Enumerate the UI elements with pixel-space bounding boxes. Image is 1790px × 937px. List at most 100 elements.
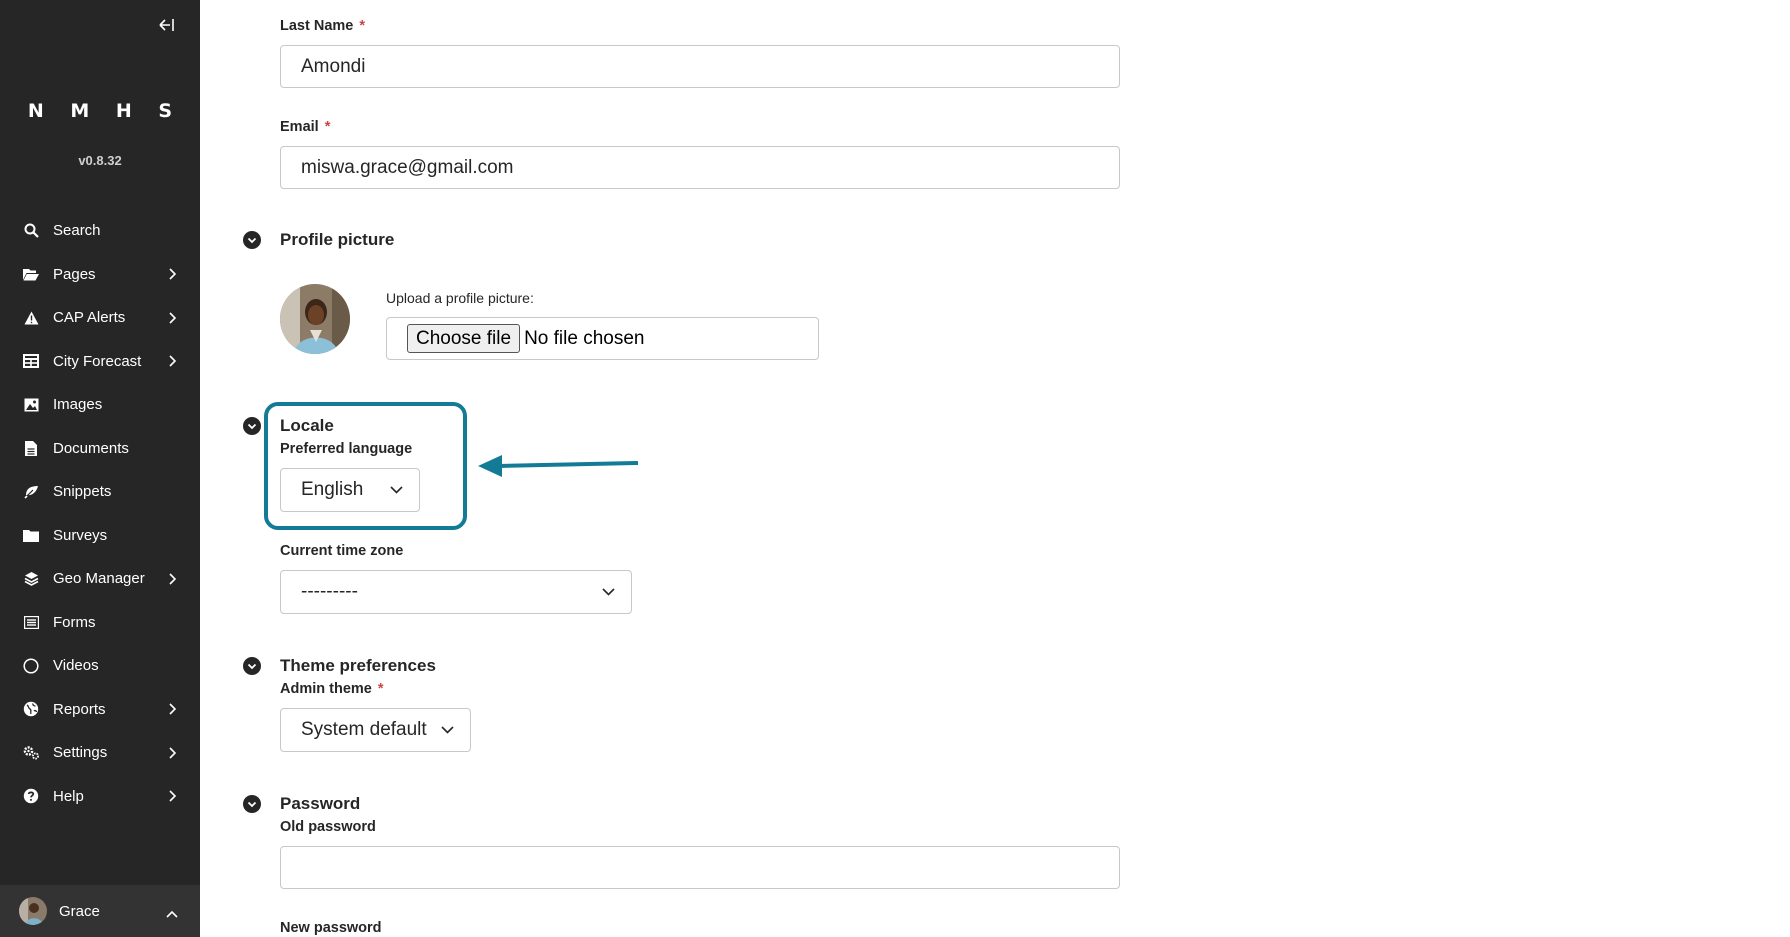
sidebar-item-label: City Forecast — [53, 352, 142, 370]
chevron-right-icon — [166, 703, 178, 715]
folder-icon — [22, 526, 40, 544]
sidebar: N M H S v0.8.32 Search Pages CAP Alerts … — [0, 0, 200, 937]
sidebar-item-help[interactable]: Help — [0, 775, 200, 819]
version-label: v0.8.32 — [78, 153, 122, 168]
new-password-label: New password — [280, 920, 382, 936]
preferred-language-value: English — [301, 479, 364, 500]
chevron-right-icon — [166, 355, 178, 367]
profile-picture-file-input[interactable]: Choose file No file chosen — [386, 317, 819, 360]
collapse-sidebar-button[interactable] — [156, 14, 178, 36]
file-status: No file chosen — [524, 327, 645, 349]
sidebar-item-label: Geo Manager — [53, 570, 145, 588]
sidebar-item-label: Pages — [53, 265, 96, 283]
cogs-icon — [22, 744, 40, 762]
theme-preferences-title: Theme preferences — [280, 656, 436, 675]
chevron-right-icon — [166, 268, 178, 280]
password-title: Password — [280, 794, 361, 813]
image-icon — [22, 396, 40, 414]
sidebar-item-label: Documents — [53, 439, 129, 457]
profile-picture-toggle[interactable] — [243, 231, 261, 249]
app: N M H S v0.8.32 Search Pages CAP Alerts … — [0, 0, 1790, 937]
sidebar-item-city-forecast[interactable]: City Forecast — [0, 340, 200, 384]
sidebar-item-videos[interactable]: Videos — [0, 644, 200, 688]
globe-icon — [22, 700, 40, 718]
chevron-down-icon — [247, 801, 257, 807]
sidebar-item-images[interactable]: Images — [0, 383, 200, 427]
chevron-right-icon — [166, 312, 178, 324]
password-toggle[interactable] — [243, 795, 261, 813]
avatar — [19, 897, 47, 925]
circle-icon — [22, 657, 40, 675]
preferred-language-label: Preferred language — [280, 441, 413, 457]
chevron-down-icon — [247, 237, 257, 243]
logo[interactable]: N M H S — [0, 100, 200, 122]
sidebar-item-snippets[interactable]: Snippets — [0, 470, 200, 514]
preferred-language-select[interactable]: English — [280, 468, 420, 512]
chevron-down-icon — [601, 585, 615, 599]
chevron-down-icon — [247, 423, 257, 429]
warning-icon — [22, 309, 40, 327]
upload-profile-picture-label: Upload a profile picture: — [386, 290, 534, 306]
current-time-zone-value: --------- — [301, 581, 358, 602]
arrow-annotation — [478, 455, 639, 477]
current-time-zone-label: Current time zone — [280, 543, 404, 559]
sidebar-item-search[interactable]: Search — [0, 209, 200, 253]
admin-theme-select[interactable]: System default — [280, 708, 471, 752]
admin-theme-label-text: Admin theme — [280, 681, 372, 697]
admin-theme-label: Admin theme * — [280, 681, 384, 697]
sidebar-item-label: Snippets — [53, 483, 112, 501]
current-time-zone-select[interactable]: --------- — [280, 570, 632, 614]
sidebar-item-documents[interactable]: Documents — [0, 427, 200, 471]
sidebar-item-forms[interactable]: Forms — [0, 601, 200, 645]
chevron-up-icon — [166, 905, 178, 918]
last-name-label-text: Last Name — [280, 18, 354, 34]
profile-picture-title: Profile picture — [280, 230, 395, 249]
sidebar-item-label: CAP Alerts — [53, 309, 126, 327]
sidebar-item-label: Videos — [53, 657, 99, 675]
list-icon — [22, 613, 40, 631]
last-name-input[interactable] — [280, 45, 1120, 88]
table-icon — [22, 352, 40, 370]
old-password-label: Old password — [280, 819, 376, 835]
email-input[interactable] — [280, 146, 1120, 189]
choose-file-button[interactable]: Choose file — [407, 324, 521, 353]
sidebar-item-reports[interactable]: Reports — [0, 688, 200, 732]
old-password-input[interactable] — [280, 846, 1120, 889]
chevron-right-icon — [166, 790, 178, 802]
sidebar-item-label: Images — [53, 396, 103, 414]
chevron-right-icon — [166, 747, 178, 759]
sidebar-item-geo-manager[interactable]: Geo Manager — [0, 557, 200, 601]
account-name: Grace — [59, 902, 100, 920]
sidebar-item-surveys[interactable]: Surveys — [0, 514, 200, 558]
search-icon — [22, 222, 40, 240]
help-icon — [22, 787, 40, 805]
locale-title: Locale — [280, 416, 334, 435]
required-mark: * — [377, 681, 384, 697]
layers-icon — [22, 570, 40, 588]
chevron-down-icon — [440, 723, 454, 737]
document-icon — [22, 439, 40, 457]
profile-picture-preview — [280, 284, 350, 354]
sidebar-menu: Search Pages CAP Alerts City Forecast Im… — [0, 209, 200, 818]
sidebar-item-label: Forms — [53, 613, 96, 631]
collapse-left-icon — [159, 19, 174, 31]
theme-preferences-toggle[interactable] — [243, 657, 261, 675]
email-label-text: Email — [280, 119, 319, 135]
sidebar-item-settings[interactable]: Settings — [0, 731, 200, 775]
sidebar-item-label: Help — [53, 787, 84, 805]
folder-open-icon — [22, 265, 40, 283]
sidebar-item-cap-alerts[interactable]: CAP Alerts — [0, 296, 200, 340]
sidebar-item-pages[interactable]: Pages — [0, 253, 200, 297]
sidebar-item-label: Settings — [53, 744, 108, 762]
account-settings-form: Last Name * Email * Profile picture Upload… — [200, 0, 1790, 937]
email-label: Email * — [280, 119, 330, 135]
account-menu[interactable]: Grace — [0, 885, 200, 937]
chevron-down-icon — [247, 663, 257, 669]
required-mark: * — [324, 119, 331, 135]
chevron-down-icon — [389, 483, 403, 497]
sidebar-item-label: Search — [53, 222, 101, 240]
locale-toggle[interactable] — [243, 417, 261, 435]
leaf-icon — [22, 483, 40, 501]
last-name-label: Last Name * — [280, 18, 365, 34]
required-mark: * — [359, 18, 365, 34]
